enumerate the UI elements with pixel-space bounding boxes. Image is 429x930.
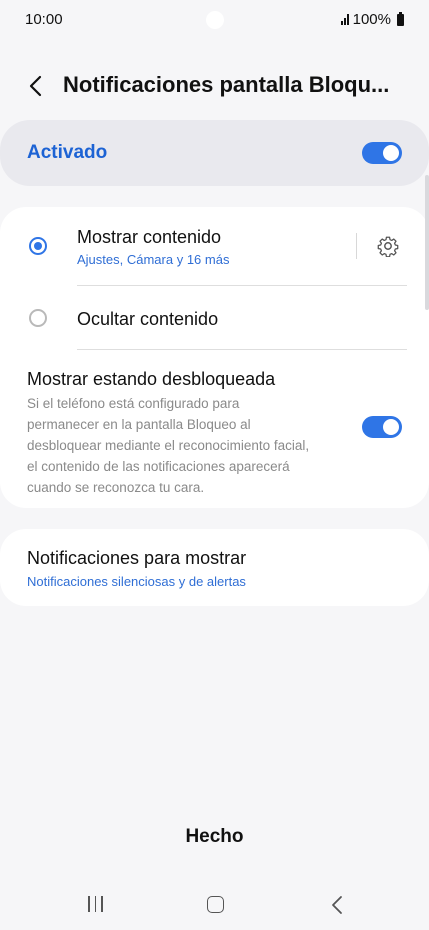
description-line: el contenido de las notificaciones apare… xyxy=(27,459,290,474)
page-title: Notificaciones pantalla Bloqu... xyxy=(63,72,390,97)
status-bar: 10:00 100% xyxy=(0,0,429,40)
back-chevron-icon[interactable] xyxy=(26,74,46,98)
home-icon[interactable] xyxy=(207,896,224,913)
notifications-to-show-row[interactable]: Notificaciones para mostrar Notificacion… xyxy=(0,529,429,606)
show-content-title[interactable]: Mostrar contenido xyxy=(77,227,221,248)
signal-icon xyxy=(340,14,349,25)
scrollbar[interactable] xyxy=(425,175,429,310)
content-options-card: Mostrar contenido Ajustes, Cámara y 16 m… xyxy=(0,207,429,508)
show-content-radio[interactable] xyxy=(29,237,47,255)
divider xyxy=(77,285,407,286)
app-header: Notificaciones pantalla Bloqu... xyxy=(0,62,429,112)
status-time: 10:00 xyxy=(25,11,63,28)
show-unlocked-toggle[interactable] xyxy=(362,416,402,438)
battery-icon xyxy=(397,11,404,26)
status-right: 100% xyxy=(340,11,404,28)
vertical-divider xyxy=(356,233,357,259)
done-button[interactable]: Hecho xyxy=(0,826,429,848)
show-unlocked-description: Si el teléfono está configurado para per… xyxy=(27,393,347,498)
navigation-bar xyxy=(0,885,429,925)
battery-percent: 100% xyxy=(352,11,391,28)
description-line: desbloquear mediante el reconocimiento f… xyxy=(27,438,310,453)
master-switch-row[interactable]: Activado xyxy=(0,120,429,186)
master-switch-label: Activado xyxy=(27,142,108,163)
master-toggle[interactable] xyxy=(362,142,402,164)
nav-back-icon[interactable] xyxy=(330,895,344,915)
show-content-subtitle: Ajustes, Cámara y 16 más xyxy=(77,252,230,267)
show-unlocked-title[interactable]: Mostrar estando desbloqueada xyxy=(27,369,275,390)
gear-icon[interactable] xyxy=(377,235,399,257)
hide-content-radio[interactable] xyxy=(29,309,47,327)
notifications-to-show-title: Notificaciones para mostrar xyxy=(27,548,247,568)
description-line: permanecer en la pantalla Bloqueo al xyxy=(27,417,251,432)
recents-icon[interactable] xyxy=(88,896,103,912)
description-line: Si el teléfono está configurado para xyxy=(27,396,240,411)
hide-content-title[interactable]: Ocultar contenido xyxy=(77,309,218,330)
divider xyxy=(77,349,407,350)
description-line: cuando se reconozca tu cara. xyxy=(27,480,205,495)
notifications-to-show-value: Notificaciones silenciosas y de alertas xyxy=(27,574,246,589)
front-camera xyxy=(206,11,224,29)
